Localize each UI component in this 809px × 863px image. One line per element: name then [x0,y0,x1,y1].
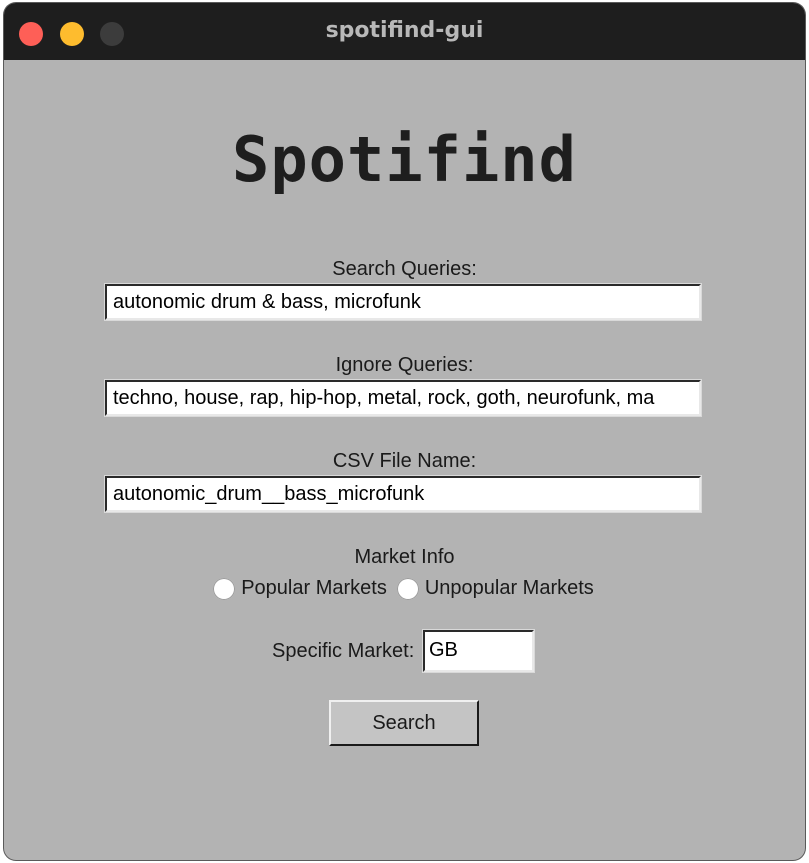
app-window: spotifind-gui Spotifind Search Queries: … [4,3,805,860]
unpopular-markets-radio[interactable] [396,577,419,600]
title-bar[interactable]: spotifind-gui [4,3,805,60]
market-radio-group: Popular Markets Unpopular Markets [4,577,805,600]
csv-file-name-input[interactable]: autonomic_drum__bass_microfunk [105,476,701,512]
app-logo: Spotifind [232,123,577,196]
ignore-queries-input[interactable]: techno, house, rap, hip-hop, metal, rock… [105,380,701,416]
ignore-queries-label: Ignore Queries: [335,354,474,376]
search-button[interactable]: Search [329,700,479,746]
unpopular-markets-label[interactable]: Unpopular Markets [425,577,594,599]
search-queries-input[interactable]: autonomic drum & bass, microfunk [105,284,701,320]
search-queries-label: Search Queries: [332,258,477,280]
popular-markets-radio[interactable] [213,577,236,600]
window-title: spotifind-gui [325,18,484,43]
specific-market-input[interactable]: GB [423,630,534,672]
specific-market-label: Specific Market: [272,640,415,662]
csv-file-name-label: CSV File Name: [332,450,477,472]
popular-markets-label[interactable]: Popular Markets [241,577,387,599]
market-info-label: Market Info [354,546,455,568]
